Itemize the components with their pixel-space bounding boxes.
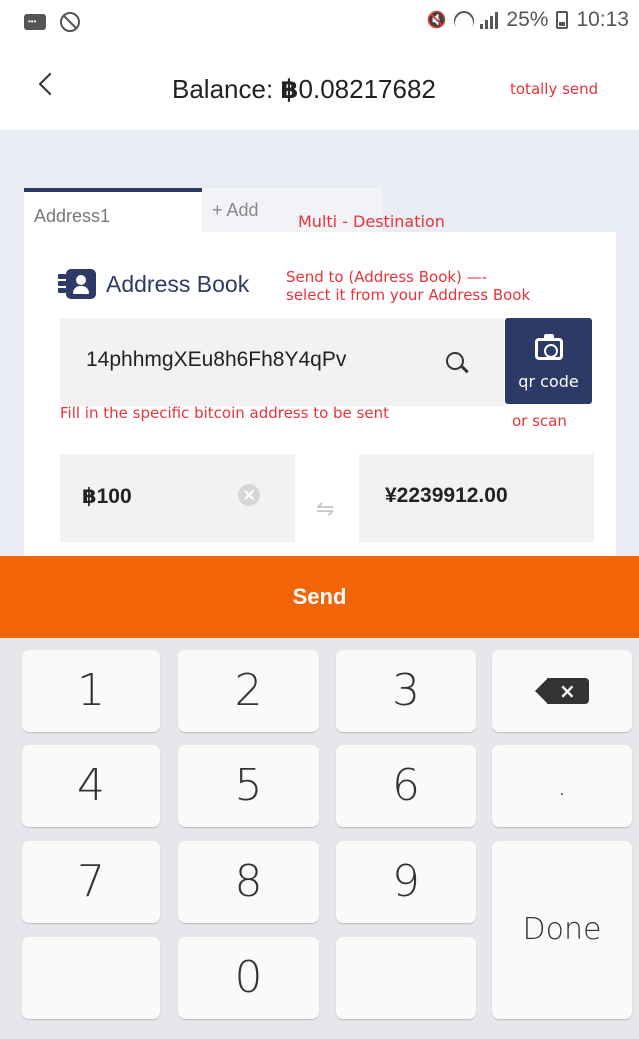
battery-icon: [556, 11, 569, 29]
tab-add-label: + Add: [212, 200, 259, 220]
address-book-icon: [58, 269, 96, 299]
numeric-keyboard: 1 2 3 × 4 5 6 . 7 8 9 Done 0: [0, 638, 639, 1039]
tab-address1[interactable]: Address1: [24, 188, 202, 232]
status-bar: 🔇 25% 10:13: [0, 0, 639, 44]
qr-code-button[interactable]: qr code: [505, 318, 592, 404]
key-blank[interactable]: [22, 937, 160, 1019]
fiat-amount-value: ¥2239912.00: [385, 484, 508, 507]
annotation-address-book-line1: Send to (Address Book) —-: [286, 268, 488, 286]
status-left-icons: [24, 12, 80, 32]
balance-display: Balance: ฿0.08217682: [172, 74, 436, 105]
address-book-label: Address Book: [106, 270, 250, 297]
key-8[interactable]: 8: [178, 841, 319, 923]
key-3[interactable]: 3: [336, 650, 476, 732]
key-9[interactable]: 9: [336, 841, 476, 923]
key-4[interactable]: 4: [22, 745, 160, 827]
done-key[interactable]: Done: [492, 841, 632, 1019]
address-value: 14phhmgXEu8h6Fh8Y4qPv: [86, 348, 347, 371]
key-2[interactable]: 2: [178, 650, 319, 732]
search-icon[interactable]: [446, 352, 468, 374]
backspace-icon: ×: [535, 678, 589, 704]
key-7[interactable]: 7: [22, 841, 160, 923]
annotation-totally-send: totally send: [510, 80, 599, 98]
bitcoin-symbol: ฿: [280, 74, 299, 104]
balance-value: 0.08217682: [298, 74, 436, 104]
key-blank-right[interactable]: [336, 937, 476, 1019]
key-5[interactable]: 5: [178, 745, 319, 827]
status-right: 🔇 25% 10:13: [426, 8, 629, 32]
btc-amount-value: ฿100: [82, 485, 132, 508]
delete-key[interactable]: ×: [492, 650, 632, 732]
key-0[interactable]: 0: [178, 937, 319, 1019]
key-6[interactable]: 6: [336, 745, 476, 827]
back-icon[interactable]: [36, 70, 56, 98]
fiat-amount-input[interactable]: ¥2239912.00: [359, 454, 594, 542]
send-button[interactable]: Send: [0, 556, 639, 638]
qr-code-label: qr code: [518, 372, 579, 391]
key-dot[interactable]: .: [492, 745, 632, 827]
balance-label: Balance:: [172, 74, 274, 104]
header: Balance: ฿0.08217682 totally send: [0, 44, 639, 130]
battery-percent: 25%: [506, 8, 549, 31]
key-1[interactable]: 1: [22, 650, 160, 732]
send-form-area: Address1 + Add Multi - Destination Addre…: [0, 130, 639, 556]
btc-amount-input[interactable]: ฿100: [60, 454, 295, 542]
annotation-multi-destination: Multi - Destination: [298, 212, 445, 231]
tab-address1-label: Address1: [34, 206, 111, 226]
do-not-disturb-icon: [60, 12, 80, 32]
annotation-fill-address: Fill in the specific bitcoin address to …: [60, 404, 389, 422]
annotation-address-book: Send to (Address Book) —- select it from…: [286, 268, 530, 304]
address-card: Address Book Send to (Address Book) —- s…: [24, 232, 616, 556]
clear-icon[interactable]: [238, 484, 260, 506]
address-input[interactable]: 14phhmgXEu8h6Fh8Y4qPv: [60, 318, 504, 406]
annotation-or-scan: or scan: [512, 412, 567, 430]
wifi-icon: [454, 11, 472, 29]
signal-icon: [480, 11, 499, 29]
clock: 10:13: [576, 8, 629, 31]
swap-icon: ⇋: [316, 496, 335, 521]
message-icon: [24, 14, 46, 30]
address-book-link[interactable]: Address Book: [58, 269, 249, 299]
mute-icon: 🔇: [426, 12, 447, 29]
camera-icon: [535, 334, 563, 360]
annotation-address-book-line2: select it from your Address Book: [286, 286, 531, 304]
